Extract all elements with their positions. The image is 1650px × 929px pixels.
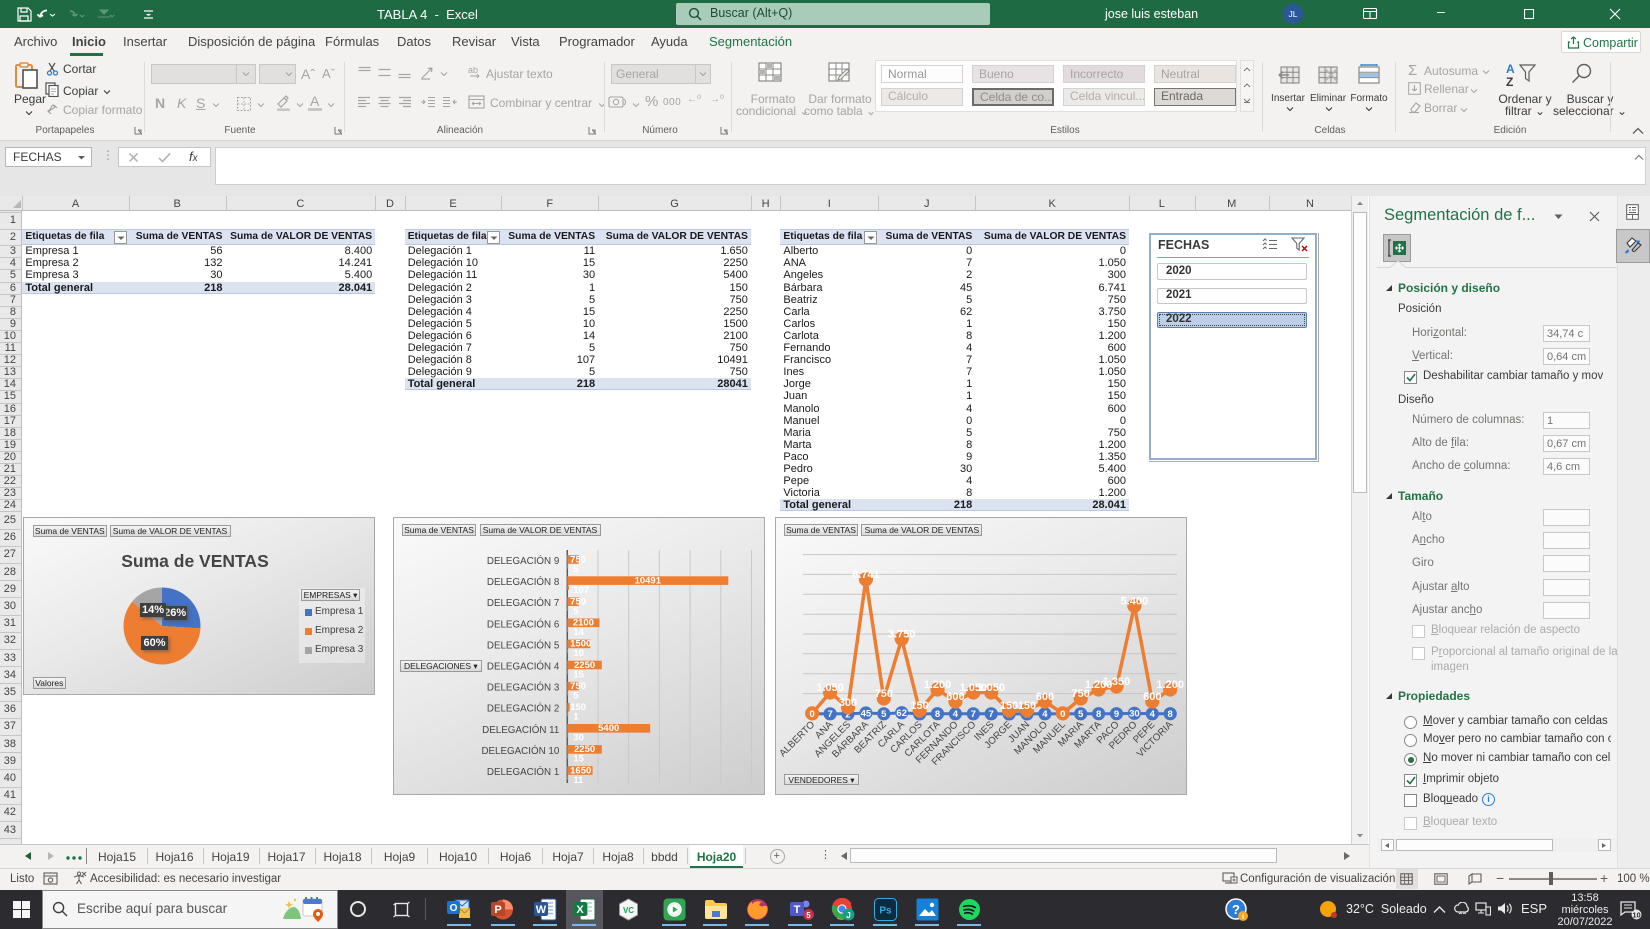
- svg-text:ab: ab: [468, 65, 478, 75]
- svg-text:DELEGACIÓN 1: DELEGACIÓN 1: [486, 767, 558, 778]
- svg-text:30: 30: [573, 732, 584, 743]
- svg-text:DELEGACIÓN 8: DELEGACIÓN 8: [486, 577, 559, 588]
- svg-text:5.400: 5.400: [1120, 595, 1148, 607]
- svg-text:3.750: 3.750: [888, 628, 916, 640]
- svg-text:0: 0: [809, 708, 814, 719]
- svg-text:10: 10: [1632, 911, 1640, 920]
- svg-text:VC: VC: [623, 906, 634, 915]
- svg-text:14: 14: [573, 627, 584, 638]
- svg-text:5: 5: [573, 606, 579, 617]
- svg-text:8: 8: [1096, 709, 1101, 720]
- svg-text:4: 4: [952, 709, 958, 720]
- svg-text:1.050: 1.050: [977, 682, 1005, 694]
- svg-text:DELEGACIÓN 5: DELEGACIÓN 5: [486, 640, 559, 651]
- svg-text:8: 8: [934, 709, 939, 720]
- svg-text:DELEGACIÓN 9: DELEGACIÓN 9: [486, 556, 558, 567]
- svg-text:X: X: [576, 904, 584, 916]
- svg-text:T: T: [794, 904, 801, 916]
- svg-text:1.200: 1.200: [1156, 679, 1184, 691]
- svg-text:600: 600: [1035, 691, 1053, 703]
- svg-text:600: 600: [1143, 691, 1161, 703]
- svg-text:DELEGACIÓN 10: DELEGACIÓN 10: [481, 745, 559, 756]
- svg-text:107: 107: [573, 584, 589, 595]
- svg-text:1.350: 1.350: [1102, 676, 1130, 688]
- svg-text:11: 11: [573, 774, 584, 785]
- svg-text:45: 45: [860, 708, 871, 719]
- svg-text:J: J: [846, 910, 851, 920]
- svg-text:W: W: [536, 904, 547, 916]
- svg-text:5: 5: [573, 563, 579, 574]
- svg-text:6.741: 6.741: [852, 568, 880, 580]
- svg-text:DELEGACIÓN 11: DELEGACIÓN 11: [482, 724, 559, 735]
- svg-text:DELEGACIÓN 6: DELEGACIÓN 6: [486, 619, 559, 630]
- svg-text:1.050: 1.050: [816, 682, 844, 694]
- svg-text:10: 10: [573, 648, 584, 659]
- svg-text:10491: 10491: [634, 575, 661, 586]
- svg-text:P: P: [494, 904, 501, 916]
- svg-text:15: 15: [573, 753, 584, 764]
- svg-text:5400: 5400: [598, 723, 619, 734]
- svg-text:7: 7: [988, 709, 993, 720]
- svg-text:300: 300: [838, 696, 856, 708]
- svg-text:5: 5: [573, 690, 579, 701]
- svg-text:150: 150: [1000, 699, 1018, 711]
- svg-text:8: 8: [1167, 709, 1172, 720]
- svg-text:DELEGACIÓN 2: DELEGACIÓN 2: [486, 703, 558, 714]
- svg-text:ALBERTO: ALBERTO: [777, 719, 817, 759]
- svg-text:1.200: 1.200: [923, 679, 951, 691]
- svg-text:62: 62: [896, 708, 907, 719]
- svg-text:15: 15: [573, 669, 584, 680]
- svg-text:7: 7: [827, 709, 832, 720]
- svg-text:DELEGACIÓN 4: DELEGACIÓN 4: [486, 661, 559, 672]
- svg-text:5: 5: [881, 709, 887, 720]
- svg-text:7: 7: [970, 709, 975, 720]
- svg-text:9: 9: [1113, 709, 1118, 720]
- svg-text:1: 1: [573, 711, 579, 722]
- svg-text:5: 5: [1078, 709, 1084, 720]
- svg-text:150: 150: [910, 699, 928, 711]
- svg-text:4: 4: [1042, 709, 1048, 720]
- svg-text:4: 4: [1149, 709, 1155, 720]
- svg-text:5: 5: [806, 911, 811, 920]
- svg-text:i: i: [1242, 912, 1244, 921]
- svg-text:O: O: [450, 903, 458, 914]
- svg-text:150: 150: [1017, 699, 1035, 711]
- svg-text:DELEGACIÓN 3: DELEGACIÓN 3: [486, 682, 559, 693]
- svg-text:DELEGACIÓN 7: DELEGACIÓN 7: [486, 598, 558, 609]
- svg-text:0: 0: [1060, 708, 1065, 719]
- svg-text:30: 30: [1129, 708, 1140, 719]
- svg-text:750: 750: [874, 688, 892, 700]
- svg-text:Ps: Ps: [879, 906, 892, 917]
